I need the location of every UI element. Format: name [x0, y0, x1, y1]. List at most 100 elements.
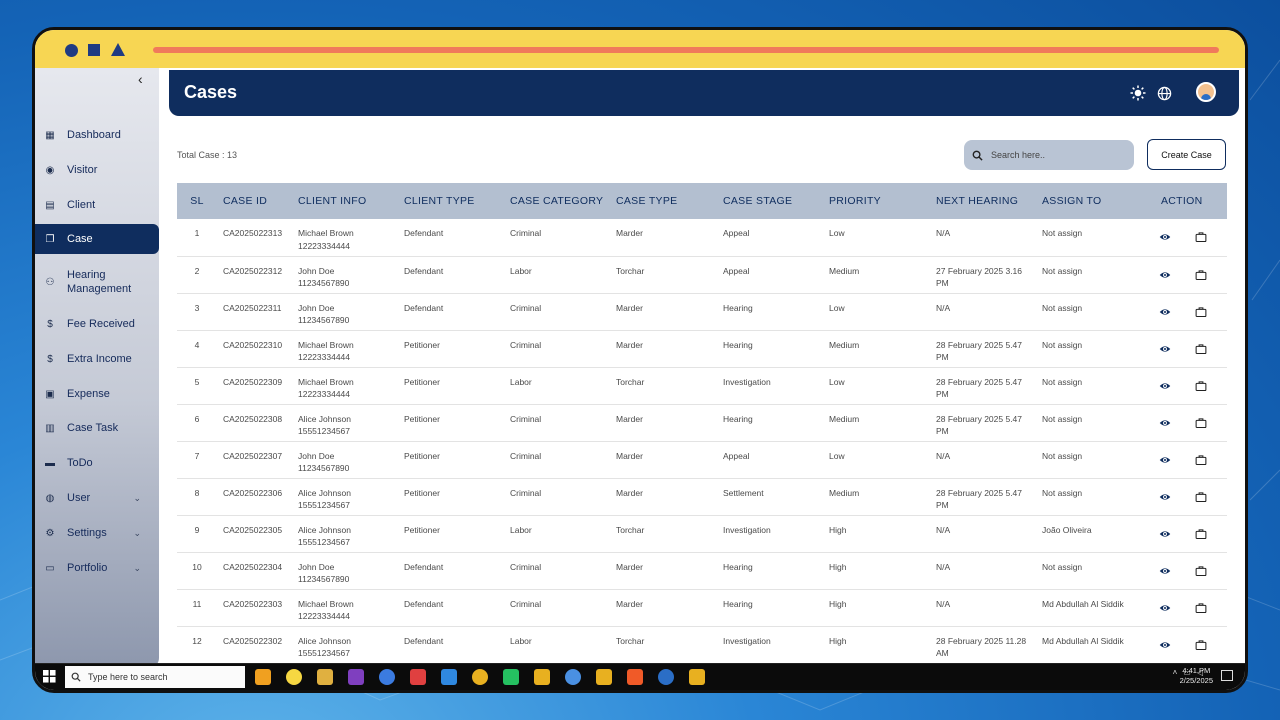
taskbar-app-icon[interactable] — [255, 669, 271, 685]
column-header-sl: SL — [177, 183, 217, 219]
cell-client-type: Petitioner — [398, 478, 504, 516]
cell-action — [1143, 293, 1227, 331]
briefcase-icon[interactable] — [1195, 528, 1207, 540]
chevron-left-icon[interactable]: ‹ — [138, 71, 143, 87]
table-header-row: SL CASE ID CLIENT INFO CLIENT TYPE CASE CATE… — [177, 183, 1227, 219]
sun-icon[interactable] — [1129, 84, 1147, 102]
cell-case-id: CA2025022306 — [217, 478, 292, 516]
eye-icon[interactable] — [1159, 454, 1171, 466]
taskbar-app-icon[interactable] — [565, 669, 581, 685]
table-row: 2 CA2025022312 John Doe 11234567890 Defendan… — [177, 256, 1227, 294]
cell-case-type: Torchar — [610, 256, 717, 294]
globe-icon[interactable] — [1155, 84, 1173, 102]
sidebar-item-label: Portfolio — [67, 562, 108, 574]
action-group — [1149, 454, 1227, 466]
briefcase-icon[interactable] — [1195, 380, 1207, 392]
sidebar-item-todo[interactable]: ▬ ToDo — [35, 457, 159, 469]
eye-icon[interactable] — [1159, 269, 1171, 281]
table-row: 11 CA2025022303 Michael Brown 12223334444 De… — [177, 589, 1227, 627]
action-group — [1149, 306, 1227, 318]
sidebar-item-user[interactable]: ◍ User ⌄ — [35, 492, 159, 504]
client-name: Alice Johnson — [298, 524, 351, 535]
taskbar-app-icon[interactable] — [503, 669, 519, 685]
briefcase-icon[interactable] — [1195, 565, 1207, 577]
cell-client-info: Alice Johnson 15551234567 — [292, 478, 398, 516]
taskbar-app-icon[interactable] — [286, 669, 302, 685]
sidebar-item-settings[interactable]: ⚙ Settings ⌄ — [35, 527, 159, 539]
gear-icon: ⚙ — [45, 527, 55, 539]
sidebar-item-dashboard[interactable]: ▦ Dashboard — [35, 129, 159, 141]
taskbar-app-icon[interactable] — [379, 669, 395, 685]
sidebar-item-portfolio[interactable]: ▭ Portfolio ⌄ — [35, 562, 159, 574]
briefcase-icon[interactable] — [1195, 639, 1207, 651]
taskbar: Type here to search ˄ ▭ ◁ 4:41 PM 2/25/2… — [35, 663, 1245, 690]
sidebar-item-fee-received[interactable]: $ Fee Received — [35, 318, 159, 330]
cell-case-id: CA2025022310 — [217, 330, 292, 368]
taskbar-app-icon[interactable] — [596, 669, 612, 685]
briefcase-icon[interactable] — [1195, 269, 1207, 281]
cell-stage: Investigation — [717, 367, 823, 405]
briefcase-icon[interactable] — [1195, 231, 1207, 243]
taskbar-app-icon[interactable] — [441, 669, 457, 685]
cell-client-info: Michael Brown 12223334444 — [292, 367, 398, 405]
windows-start-icon[interactable] — [43, 670, 56, 688]
create-case-button[interactable]: Create Case — [1147, 139, 1226, 170]
cell-category: Criminal — [504, 589, 610, 627]
cell-stage: Appeal — [717, 441, 823, 479]
sidebar-item-expense[interactable]: ▣ Expense — [35, 388, 159, 400]
taskbar-app-icon[interactable] — [317, 669, 333, 685]
search-input[interactable] — [989, 149, 1123, 161]
briefcase-icon[interactable] — [1195, 602, 1207, 614]
cell-category: Criminal — [504, 404, 610, 442]
taskbar-app-icon[interactable] — [410, 669, 426, 685]
cell-category: Criminal — [504, 219, 610, 257]
taskbar-app-icon[interactable] — [658, 669, 674, 685]
cell-sl: 10 — [177, 552, 217, 590]
taskbar-app-icon[interactable] — [472, 669, 488, 685]
sidebar-item-case-task[interactable]: ▥ Case Task — [35, 422, 159, 434]
eye-icon[interactable] — [1159, 417, 1171, 429]
sidebar-item-client[interactable]: ▤ Client — [35, 199, 159, 211]
cell-client-info: Alice Johnson 15551234567 — [292, 404, 398, 442]
briefcase-icon[interactable] — [1195, 491, 1207, 503]
eye-icon[interactable] — [1159, 343, 1171, 355]
column-header-case-id: CASE ID — [217, 183, 292, 219]
action-group — [1149, 380, 1227, 392]
chevron-up-icon[interactable]: ˄ — [1173, 668, 1178, 677]
cell-next-hearing: 28 February 2025 5.47 PM — [930, 404, 1036, 442]
avatar[interactable] — [1196, 82, 1216, 102]
notification-icon[interactable] — [1221, 670, 1233, 681]
sidebar-item-case[interactable]: ❐ Case — [35, 224, 159, 254]
sidebar-item-extra-income[interactable]: $ Extra Income — [35, 353, 159, 365]
briefcase-icon[interactable] — [1195, 454, 1207, 466]
client-name: Michael Brown — [298, 228, 354, 238]
cell-next-hearing: 28 February 2025 5.47 PM — [930, 330, 1036, 368]
eye-icon[interactable] — [1159, 231, 1171, 243]
eye-icon[interactable] — [1159, 491, 1171, 503]
cell-assign-to: Not assign — [1036, 219, 1143, 257]
briefcase-icon[interactable] — [1195, 417, 1207, 429]
cell-priority: Medium — [823, 478, 930, 516]
eye-icon[interactable] — [1159, 565, 1171, 577]
cell-case-type: Marder — [610, 219, 717, 257]
cell-case-type: Marder — [610, 589, 717, 627]
eye-icon[interactable] — [1159, 380, 1171, 392]
briefcase-icon[interactable] — [1195, 306, 1207, 318]
eye-icon[interactable] — [1159, 528, 1171, 540]
sidebar-item-hearing-management[interactable]: ⚇ Hearing Management — [35, 268, 159, 296]
briefcase-icon[interactable] — [1195, 343, 1207, 355]
taskbar-clock[interactable]: 4:41 PM 2/25/2025 — [1180, 666, 1213, 686]
sidebar-item-visitor[interactable]: ◉ Visitor — [35, 164, 159, 176]
taskbar-search[interactable]: Type here to search — [65, 666, 245, 688]
taskbar-app-icon[interactable] — [689, 669, 705, 685]
eye-icon[interactable] — [1159, 602, 1171, 614]
taskbar-app-icon[interactable] — [348, 669, 364, 685]
taskbar-app-icon[interactable] — [534, 669, 550, 685]
cell-category: Labor — [504, 626, 610, 664]
eye-icon[interactable] — [1159, 306, 1171, 318]
eye-icon[interactable] — [1159, 639, 1171, 651]
cell-case-type: Marder — [610, 330, 717, 368]
triangle-shape-icon — [111, 43, 125, 56]
sidebar-item-label: ToDo — [67, 457, 93, 469]
taskbar-app-icon[interactable] — [627, 669, 643, 685]
